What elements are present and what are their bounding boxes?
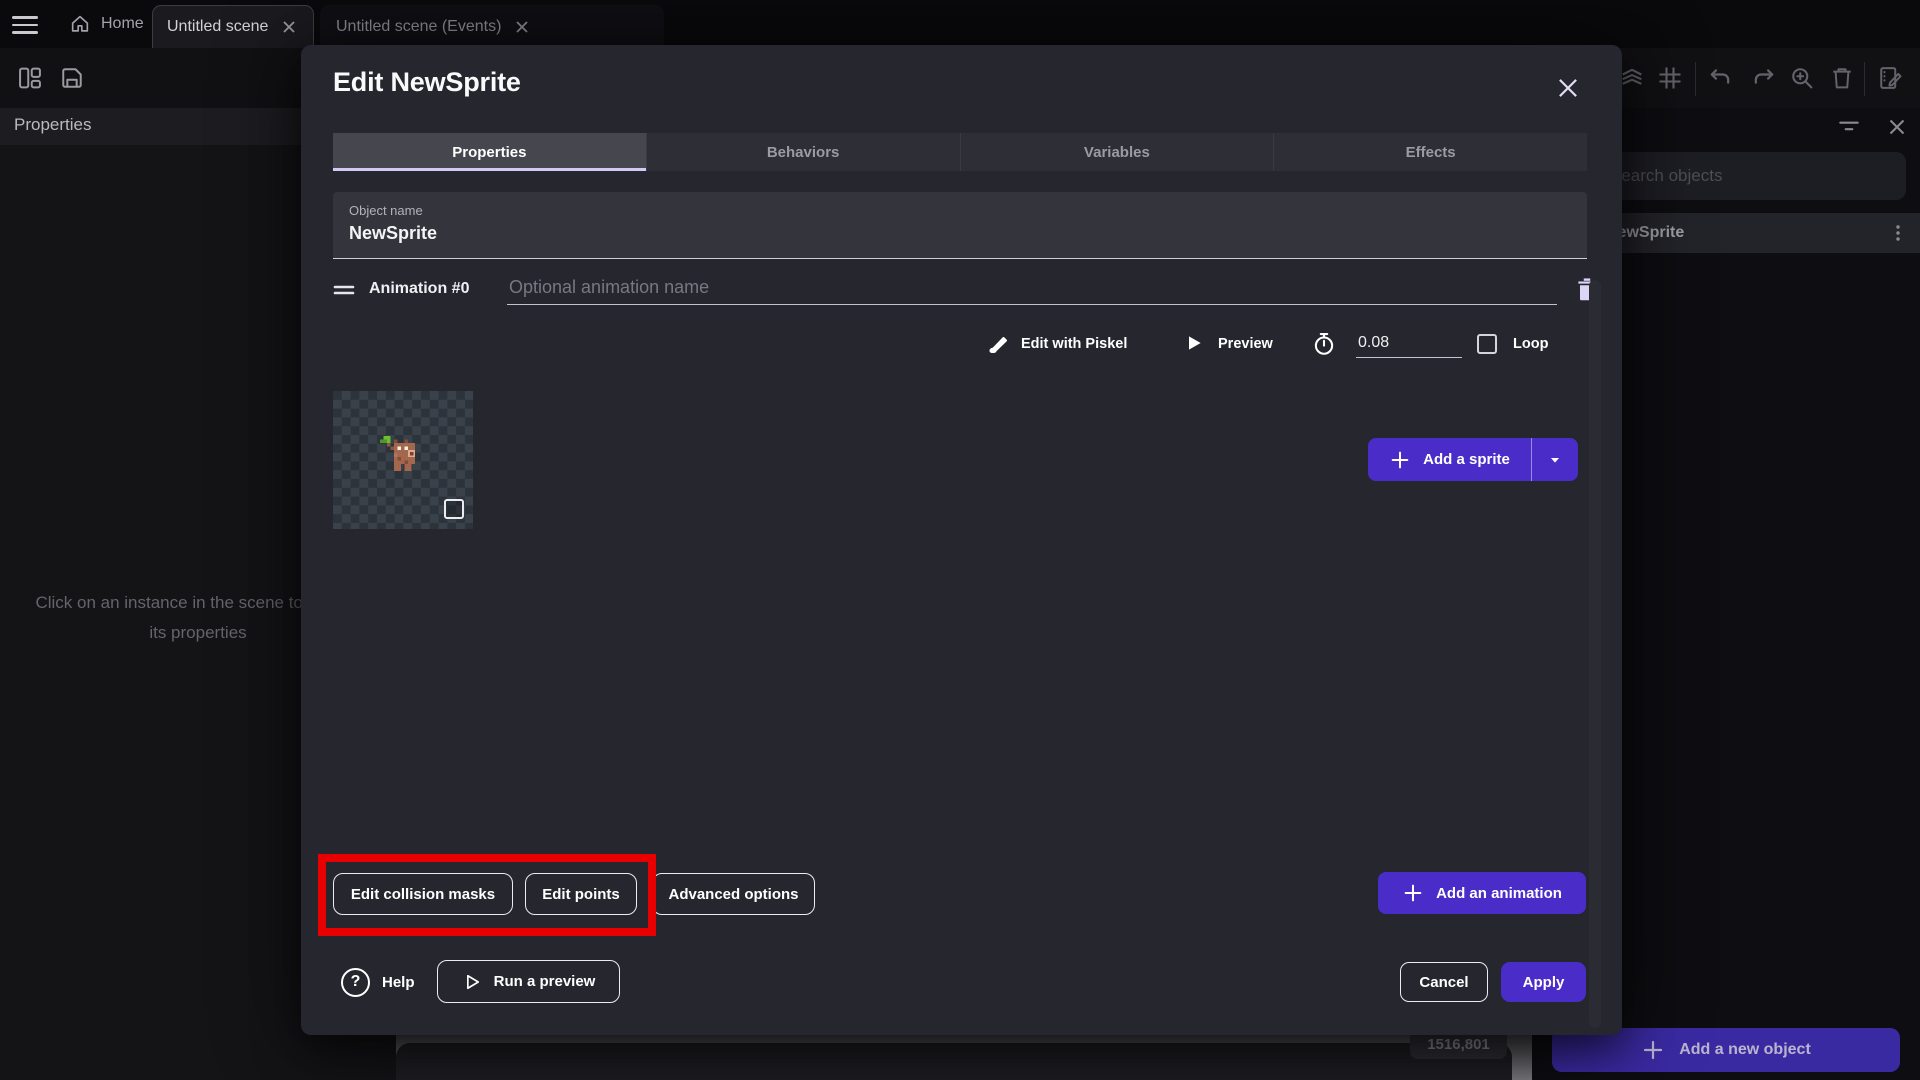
edit-collision-masks-button[interactable]: Edit collision masks — [333, 873, 513, 915]
tab-scene-label: Untitled scene — [167, 18, 269, 35]
add-sprite-button[interactable]: Add a sprite — [1368, 438, 1532, 481]
object-menu-icon[interactable] — [1886, 221, 1910, 245]
tab-effects[interactable]: Effects — [1274, 133, 1587, 171]
loop-checkbox[interactable] — [1477, 328, 1497, 360]
animation-name-input[interactable] — [507, 271, 1557, 305]
loop-label: Loop — [1513, 336, 1549, 352]
run-preview-button[interactable]: Run a preview — [437, 960, 620, 1003]
cancel-button[interactable]: Cancel — [1400, 962, 1488, 1002]
close-tab-icon[interactable] — [282, 20, 296, 34]
object-name-field[interactable]: Object name — [333, 192, 1587, 259]
edit-events-sheet-icon[interactable] — [1876, 64, 1906, 94]
top-tab-bar: Home Untitled scene Untitled scene (Even… — [0, 0, 1920, 48]
run-preview-label: Run a preview — [493, 973, 596, 990]
plus-icon — [1641, 1038, 1665, 1062]
help-label: Help — [382, 973, 415, 991]
delete-icon[interactable] — [1828, 64, 1858, 94]
home-icon — [69, 13, 91, 35]
edit-collision-masks-label: Edit collision masks — [350, 885, 496, 903]
tab-untitled-scene-events[interactable]: Untitled scene (Events) — [320, 5, 664, 48]
dialog-title: Edit NewSprite — [333, 67, 521, 97]
close-panel-icon[interactable] — [1884, 114, 1912, 142]
sprite-frame-thumbnail[interactable] — [333, 391, 473, 529]
tab-properties[interactable]: Properties — [333, 133, 647, 171]
animation-controls-row: Edit with Piskel Preview Loop — [301, 328, 1622, 360]
save-project-icon[interactable] — [58, 64, 88, 94]
filter-icon[interactable] — [1836, 114, 1864, 142]
brush-icon — [987, 333, 1009, 355]
add-animation-button[interactable]: Add an animation — [1378, 872, 1586, 914]
dialog-scrollbar[interactable] — [1589, 280, 1601, 1028]
plus-icon — [1389, 449, 1411, 471]
tab-behaviors[interactable]: Behaviors — [647, 133, 961, 171]
add-new-object-label: Add a new object — [1679, 1041, 1811, 1058]
close-tab-icon[interactable] — [515, 20, 529, 34]
grid-icon[interactable] — [1656, 64, 1686, 94]
animation-header-row: Animation #0 — [333, 271, 1596, 311]
plus-icon — [1402, 882, 1424, 904]
gdevelop-app: Home Untitled scene Untitled scene (Even… — [0, 0, 1920, 1080]
scene-canvas — [396, 1035, 1532, 1080]
select-frame-checkbox[interactable] — [444, 499, 464, 519]
timer-icon — [1311, 328, 1337, 360]
tab-untitled-scene[interactable]: Untitled scene — [152, 5, 314, 48]
toolbar-separator — [1864, 62, 1865, 96]
advanced-options-label: Advanced options — [668, 885, 799, 903]
open-editors-panel-icon[interactable] — [16, 64, 46, 94]
close-dialog-icon[interactable] — [1553, 73, 1583, 103]
chevron-down-icon — [1551, 457, 1559, 463]
frame-duration-input[interactable] — [1356, 328, 1462, 358]
undo-icon[interactable] — [1706, 64, 1736, 94]
tab-events-label: Untitled scene (Events) — [336, 17, 502, 35]
edit-with-piskel-button[interactable]: Edit with Piskel — [987, 328, 1127, 360]
apply-button[interactable]: Apply — [1501, 962, 1586, 1002]
edit-points-button[interactable]: Edit points — [525, 873, 637, 915]
apply-label: Apply — [1522, 973, 1565, 991]
edit-with-piskel-label: Edit with Piskel — [1021, 336, 1128, 352]
help-icon: ? — [341, 967, 370, 997]
advanced-options-button[interactable]: Advanced options — [652, 873, 815, 915]
layers-icon[interactable] — [1618, 64, 1648, 94]
add-sprite-split-button[interactable]: Add a sprite — [1368, 438, 1578, 481]
toolbar-separator — [1695, 62, 1696, 96]
edit-points-label: Edit points — [542, 885, 620, 903]
cancel-label: Cancel — [1419, 973, 1469, 991]
zoom-in-icon[interactable] — [1788, 64, 1818, 94]
object-name-input[interactable] — [349, 223, 1571, 244]
add-sprite-dropdown-button[interactable] — [1532, 438, 1578, 481]
sprite-pig-image — [380, 436, 415, 471]
preview-animation-button[interactable]: Preview — [1184, 328, 1273, 360]
main-menu-icon[interactable] — [12, 13, 42, 37]
add-animation-label: Add an animation — [1436, 884, 1562, 902]
animation-label: Animation #0 — [369, 280, 470, 297]
tab-variables[interactable]: Variables — [961, 133, 1275, 171]
redo-icon[interactable] — [1750, 64, 1780, 94]
preview-label: Preview — [1218, 336, 1273, 352]
help-button[interactable]: ? Help — [341, 961, 415, 1003]
drag-handle-icon[interactable] — [333, 283, 355, 297]
play-icon — [1184, 333, 1206, 355]
tab-home[interactable]: Home — [55, 0, 158, 48]
play-outline-icon — [462, 972, 482, 992]
add-sprite-label: Add a sprite — [1423, 451, 1510, 468]
tab-home-label: Home — [101, 15, 144, 32]
canvas-dark-area — [396, 1043, 1512, 1080]
object-name-field-label: Object name — [349, 203, 423, 218]
dialog-tab-bar: Properties Behaviors Variables Effects — [333, 133, 1587, 171]
loop-label-wrap[interactable]: Loop — [1513, 328, 1548, 360]
edit-sprite-dialog: Edit NewSprite Properties Behaviors Vari… — [301, 45, 1622, 1035]
checkbox-unchecked-icon — [1477, 334, 1497, 354]
